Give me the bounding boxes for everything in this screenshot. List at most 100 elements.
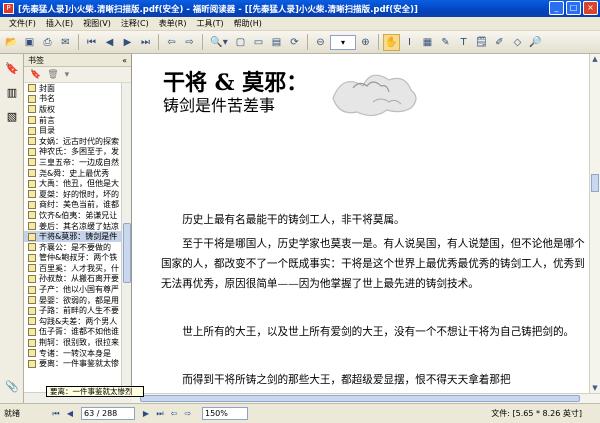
menu-file[interactable]: 文件(F) <box>4 18 41 29</box>
fit-width-icon[interactable]: ▤ <box>268 34 285 51</box>
bookmark-label: 饮齐&伯夷：弟谦兄让 <box>39 210 118 220</box>
zoom-in-icon[interactable]: ⊕ <box>357 34 374 51</box>
bookmark-item[interactable]: 书名 <box>24 94 122 105</box>
note-icon[interactable]: 🗒 <box>473 34 490 51</box>
forward-view-icon[interactable]: ⇨ <box>182 408 194 420</box>
bookmark-item[interactable]: 姜后：其名凉缓了姑凉 <box>24 221 122 232</box>
bookmark-label: 前言 <box>39 115 55 125</box>
bookmark-item[interactable]: 女娲：远古时代的探索 <box>24 136 122 147</box>
bookmark-item[interactable]: 夏桀：好的恨时，坏的 <box>24 189 122 200</box>
rotate-icon[interactable]: ⟳ <box>286 34 303 51</box>
bookmark-item[interactable]: 管仲&鲍叔牙：两个铁 <box>24 253 122 264</box>
scroll-up-icon[interactable]: ▲ <box>590 54 600 64</box>
maximize-button[interactable]: □ <box>566 1 581 15</box>
shape-icon[interactable]: ◇ <box>509 34 526 51</box>
file-size: 文件: [5.65 * 8.26 英寸] <box>491 409 582 418</box>
bookmark-item[interactable]: 齐襄公：是不要做的 <box>24 242 122 253</box>
open-icon[interactable]: 📂 <box>3 34 20 51</box>
text-select-icon[interactable]: I <box>401 34 418 51</box>
bookmark-item[interactable]: 尧&舜：史上最优秀 <box>24 168 122 179</box>
bookmark-item[interactable]: 晏婴：欲弱的，都是用 <box>24 295 122 306</box>
bookmark-item[interactable]: 勾践&夫差：两个男人 <box>24 316 122 327</box>
bookmark-item[interactable]: 前言 <box>24 115 122 126</box>
typewriter-icon[interactable]: T <box>455 34 472 51</box>
highlight-icon[interactable]: ✐ <box>491 34 508 51</box>
menu-insert[interactable]: 插入(E) <box>41 18 78 29</box>
back-icon[interactable]: ⇦ <box>163 34 180 51</box>
document-view[interactable]: 干将 & 莫邪： 铸剑是件苦差事 历史上最有名最能干的铸剑工人，非干将莫属。 至… <box>132 54 589 393</box>
last-page-icon[interactable]: ⏭ <box>137 34 154 51</box>
back-view-icon[interactable]: ⇦ <box>168 408 180 420</box>
panel-collapse-button[interactable]: « <box>122 56 127 65</box>
bookmark-item[interactable]: 子产：他以小国有尊严 <box>24 284 122 295</box>
paragraph: 历史上最有名最能干的铸剑工人，非干将莫属。 <box>182 214 405 226</box>
first-page-icon[interactable]: ⏮ <box>83 34 100 51</box>
actual-size-icon[interactable]: ▢ <box>232 34 249 51</box>
menu-tools[interactable]: 工具(T) <box>192 18 229 29</box>
last-page-button[interactable]: ⏭ <box>154 408 166 420</box>
bookmark-item[interactable]: 封面 <box>24 83 122 94</box>
layers-tab-icon[interactable]: ▧ <box>3 106 21 126</box>
zoom-field[interactable]: 150% <box>202 407 248 420</box>
snapshot-icon[interactable]: ▦ <box>419 34 436 51</box>
close-button[interactable]: × <box>583 1 598 15</box>
menu-help[interactable]: 帮助(H) <box>229 18 267 29</box>
zoom-select[interactable]: ▾ <box>330 34 356 50</box>
delete-icon[interactable]: 🗑 <box>47 70 58 80</box>
expand-icon[interactable]: ▾ <box>65 70 70 80</box>
bookmark-label: 孙叔敖：从搬石离开要 <box>39 274 119 284</box>
attachments-tab-icon[interactable]: 📎 <box>3 376 21 396</box>
document-hscrollbar[interactable] <box>132 393 600 403</box>
bookmark-label: 书名 <box>39 94 55 104</box>
zoom-out-icon[interactable]: ⊖ <box>312 34 329 51</box>
bookmark-item[interactable]: 专诸：一转汉本身是 <box>24 348 122 359</box>
bookmark-page-icon <box>28 317 36 326</box>
bookmark-item[interactable]: 大禹：他丑，但他是大 <box>24 178 122 189</box>
bookmark-page-icon <box>28 169 36 178</box>
pdf-icon: P <box>3 3 14 14</box>
bookmarks-tab-icon[interactable]: 🔖 <box>3 58 21 78</box>
bookmark-item[interactable]: 荆轲：很别致，很拉来 <box>24 337 122 348</box>
find-icon[interactable]: 🔎 <box>527 34 544 51</box>
first-page-button[interactable]: ⏮ <box>50 408 62 420</box>
next-page-button[interactable]: ▶ <box>140 408 152 420</box>
bookmark-tooltip: 要离：一件事鉴就太惨烈 <box>46 386 144 397</box>
bookmark-item[interactable]: 干将&莫邪：铸剑是件 <box>24 231 122 242</box>
hand-icon[interactable]: ✋ <box>383 33 400 51</box>
print-icon[interactable]: ⎙ <box>39 34 56 51</box>
bookmark-item[interactable]: 三皇五帝：一边成自然 <box>24 157 122 168</box>
bookmark-item[interactable]: 伍子胥：谁都不如他谁 <box>24 327 122 338</box>
bookmark-item[interactable]: 版权 <box>24 104 122 115</box>
bookmark-item[interactable]: 饮齐&伯夷：弟谦兄让 <box>24 210 122 221</box>
email-icon[interactable]: ✉ <box>57 34 74 51</box>
zoom-tool-icon[interactable]: 🔍▾ <box>207 34 231 51</box>
minimize-button[interactable]: _ <box>549 1 564 15</box>
page-number-field[interactable]: 63 / 288 <box>81 407 135 420</box>
bookmark-label: 封面 <box>39 83 55 93</box>
forward-icon[interactable]: ⇨ <box>181 34 198 51</box>
bookmark-item[interactable]: 目录 <box>24 125 122 136</box>
paragraph: 至于干将是哪国人，历史学家也莫衷一是。有人说吴国，有人说楚国，但不论他是哪个国家… <box>161 238 585 290</box>
next-page-icon[interactable]: ▶ <box>119 34 136 51</box>
toolbar: 📂 ▣ ⎙ ✉ ⏮ ◀ ▶ ⏭ ⇦ ⇨ 🔍▾ ▢ ▭ ▤ ⟳ ⊖ ▾ ⊕ ✋ I… <box>0 31 600 54</box>
bookmark-scrollbar[interactable] <box>121 83 131 391</box>
bookmark-item[interactable]: 百里奚：人才我买，什 <box>24 263 122 274</box>
menu-form[interactable]: 表单(R) <box>154 18 192 29</box>
bookmark-item[interactable]: 神农氏：多困至于，发 <box>24 147 122 158</box>
prev-page-icon[interactable]: ◀ <box>101 34 118 51</box>
prev-page-button[interactable]: ◀ <box>64 408 76 420</box>
bookmark-item[interactable]: 孙叔敖：从搬石离开要 <box>24 274 122 285</box>
bookmark-icon[interactable]: 🔖 <box>30 70 41 80</box>
bookmark-item[interactable]: 商纣：美色当前，谁都 <box>24 200 122 211</box>
save-icon[interactable]: ▣ <box>21 34 38 51</box>
menu-comment[interactable]: 注释(C) <box>116 18 154 29</box>
menu-view[interactable]: 视图(V) <box>78 18 116 29</box>
annotate-icon[interactable]: ✎ <box>437 34 454 51</box>
bookmark-item[interactable]: 要离：一件事鉴就太惨 <box>24 358 122 369</box>
pages-tab-icon[interactable]: ▥ <box>3 82 21 102</box>
fit-page-icon[interactable]: ▭ <box>250 34 267 51</box>
bookmark-label: 管仲&鲍叔牙：两个铁 <box>39 253 118 263</box>
bookmark-item[interactable]: 子路：前畔的人生不要 <box>24 305 122 316</box>
scroll-down-icon[interactable]: ▼ <box>590 383 600 393</box>
document-vscrollbar[interactable]: ▲ ▼ <box>589 54 600 393</box>
